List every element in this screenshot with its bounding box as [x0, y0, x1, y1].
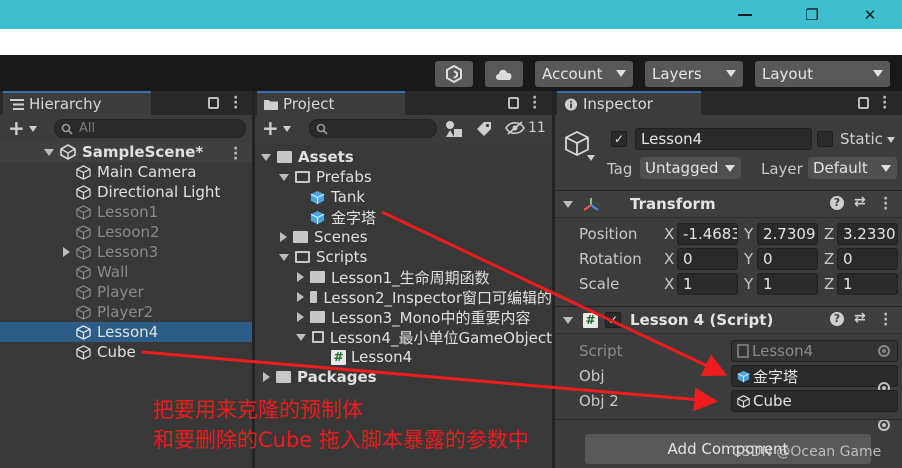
unity-editor-window: ❐ ✕ Account Layers Layout Hierarchy · · · …	[0, 0, 902, 468]
annotation-arrow-pyramid-to-obj	[381, 210, 728, 377]
annotation-text-line1: 把要用来克隆的预制体	[153, 398, 363, 422]
annotation-arrows	[141, 210, 728, 412]
watermark-text: CSDN @Ocean Game	[732, 444, 882, 460]
annotation-text-line2: 和要删除的Cube 拖入脚本暴露的参数中	[153, 428, 529, 452]
